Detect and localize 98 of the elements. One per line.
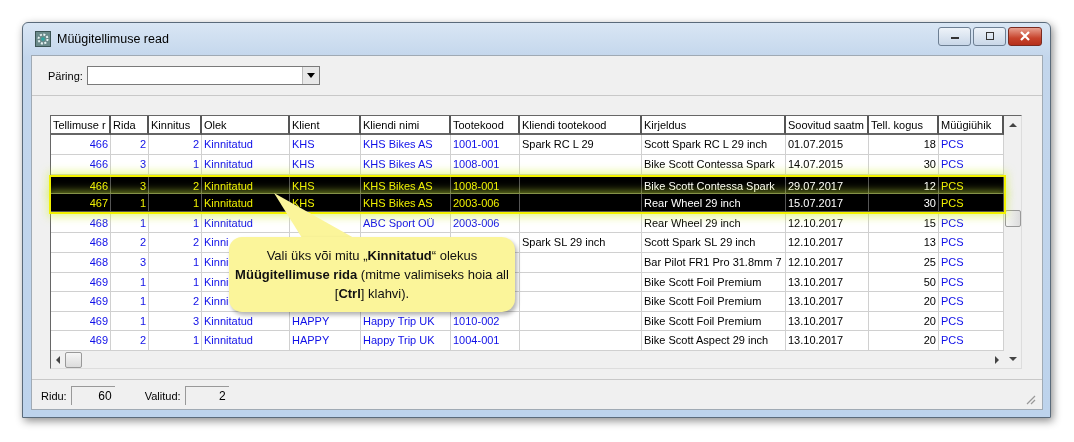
- table-cell: 50: [869, 272, 939, 293]
- table-cell: 468: [51, 213, 111, 234]
- table-cell: 12: [869, 176, 939, 195]
- table-cell: 30: [869, 155, 939, 175]
- window-title: Müügitellimuse read: [57, 32, 169, 47]
- table-cell: 2: [111, 233, 149, 254]
- table-cell: KHS Bikes AS: [361, 194, 451, 212]
- table-cell: 468: [51, 233, 111, 254]
- table-cell: 3: [111, 176, 149, 195]
- table-cell: 1: [111, 292, 149, 312]
- column-header[interactable]: Kinnitus: [149, 116, 202, 136]
- column-header[interactable]: Rida: [111, 116, 149, 136]
- table-cell: PCS: [939, 194, 1004, 212]
- table-cell: 1008-001: [451, 155, 520, 175]
- table-cell: KHS: [290, 155, 361, 175]
- table-cell: 2: [149, 135, 202, 156]
- column-header[interactable]: Olek: [202, 116, 290, 136]
- table-cell: 466: [51, 176, 111, 195]
- table-cell: Scott Spark RC L 29 inch: [642, 135, 786, 156]
- table-cell: 1: [149, 272, 202, 293]
- table-cell: 01.07.2015: [786, 135, 869, 156]
- table-cell: 1: [111, 213, 149, 234]
- table-cell: 1: [149, 253, 202, 273]
- table-cell: 1008-001: [451, 176, 520, 195]
- table-cell: 468: [51, 253, 111, 273]
- column-header[interactable]: Tell. kogus: [869, 116, 939, 136]
- table-cell: 1001-001: [451, 135, 520, 156]
- column-header[interactable]: Müügiühik: [939, 116, 1004, 136]
- table-cell: Rear Wheel 29 inch: [642, 194, 786, 212]
- rows-count: 60: [70, 386, 115, 405]
- table-cell: 2: [149, 292, 202, 312]
- table-cell: ABC Sport OÜ: [361, 213, 451, 234]
- table-cell: 2003-006: [451, 194, 520, 212]
- table-cell: 3: [111, 253, 149, 273]
- table-cell: 15.07.2017: [786, 194, 869, 212]
- table-cell: 467: [51, 194, 111, 212]
- table-cell: 12.10.2017: [786, 233, 869, 254]
- table-cell: 20: [869, 311, 939, 332]
- column-header[interactable]: Tootekood: [451, 116, 520, 136]
- column-header[interactable]: Soovitud saatm: [786, 116, 869, 136]
- table-cell: 25: [869, 253, 939, 273]
- table-cell: Bike Scott Contessa Spark: [642, 155, 786, 175]
- table-cell: 1: [111, 311, 149, 332]
- table-cell: 1: [149, 155, 202, 175]
- table-cell: 2: [149, 176, 202, 195]
- column-header[interactable]: Kirjeldus: [642, 116, 786, 136]
- table-cell: Kinnitatud: [202, 155, 290, 175]
- table-cell: 466: [51, 135, 111, 156]
- table-cell: Bike Scott Foil Premium: [642, 311, 786, 332]
- table-cell: 469: [51, 292, 111, 312]
- table-cell: Kinnitatud: [202, 135, 290, 156]
- column-header[interactable]: Kliendi nimi: [361, 116, 451, 136]
- table-cell: 1: [149, 194, 202, 212]
- table-cell: KHS Bikes AS: [361, 176, 451, 195]
- table-cell: 2003-006: [451, 213, 520, 234]
- table-cell: 2: [149, 233, 202, 254]
- selected-count: 2: [184, 386, 229, 405]
- table-cell: 30: [869, 194, 939, 212]
- table-cell: 18: [869, 135, 939, 156]
- rows-label: Ridu:: [41, 389, 67, 402]
- table-cell: Spark RC L 29: [520, 135, 642, 156]
- table-cell: 13: [869, 233, 939, 254]
- table-cell: 15: [869, 213, 939, 234]
- table-cell: 12.10.2017: [786, 253, 869, 273]
- table-cell: 2: [111, 135, 149, 156]
- table-cell: 13.10.2017: [786, 272, 869, 293]
- table-cell: 1: [111, 194, 149, 212]
- table-cell: 14.07.2015: [786, 155, 869, 175]
- table-cell: 29.07.2017: [786, 176, 869, 195]
- table-cell: 3: [149, 311, 202, 332]
- table-cell: Spark SL 29 inch: [520, 233, 642, 254]
- table-cell: 3: [111, 155, 149, 175]
- table-cell: 13.10.2017: [786, 311, 869, 332]
- table-cell: KHS: [290, 135, 361, 156]
- table-cell: 1: [149, 213, 202, 234]
- table-cell: 20: [869, 292, 939, 312]
- table-cell: 13.10.2017: [786, 292, 869, 312]
- table-cell: Rear Wheel 29 inch: [642, 213, 786, 234]
- table-cell: Bike Scott Foil Premium: [642, 292, 786, 312]
- column-header[interactable]: Tellimuse r: [51, 116, 111, 136]
- column-header[interactable]: Klient: [290, 116, 361, 136]
- table-cell: 469: [51, 311, 111, 332]
- table-cell: PCS: [939, 176, 1004, 195]
- table-cell: 1: [111, 272, 149, 293]
- table-cell: KHS Bikes AS: [361, 155, 451, 175]
- table-cell: 466: [51, 155, 111, 175]
- table-cell: KHS Bikes AS: [361, 135, 451, 156]
- selected-label: Valitud:: [144, 389, 181, 402]
- table-cell: Kinnitatud: [202, 176, 290, 195]
- table-cell: Scott Spark SL 29 inch: [642, 233, 786, 254]
- table-cell: Bike Scott Contessa Spark: [642, 176, 786, 195]
- table-cell: Bar Pilot FR1 Pro 31.8mm 7: [642, 253, 786, 273]
- column-header[interactable]: Kliendi tootekood: [520, 116, 642, 136]
- table-cell: KHS: [290, 176, 361, 195]
- table-cell: 12.10.2017: [786, 213, 869, 234]
- query-label: Päring:: [48, 69, 83, 82]
- table-cell: Bike Scott Foil Premium: [642, 272, 786, 293]
- table-cell: 469: [51, 272, 111, 293]
